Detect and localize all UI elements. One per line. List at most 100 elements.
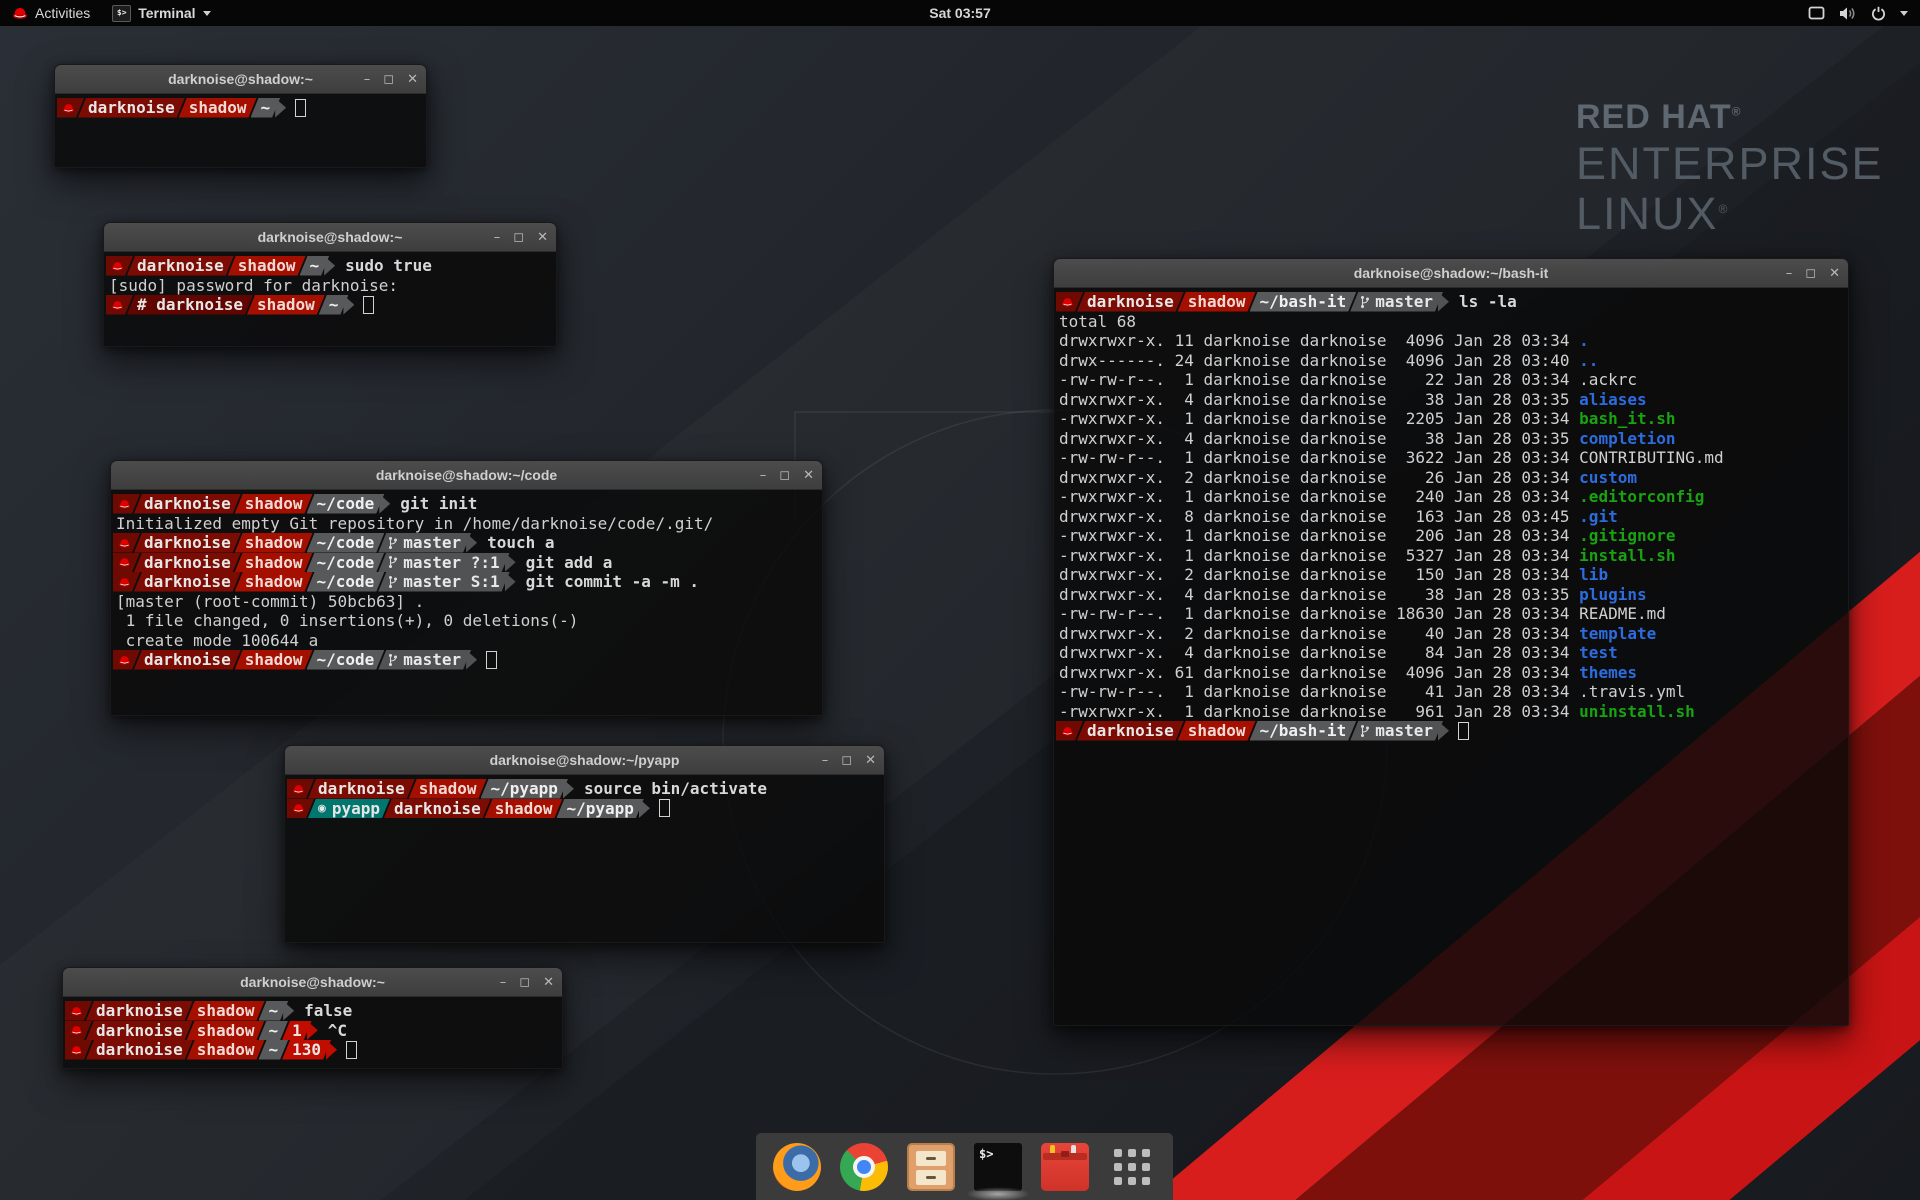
command-text: ls -la: [1449, 292, 1517, 312]
app-menu-terminal[interactable]: $> Terminal: [102, 0, 220, 26]
activities-button[interactable]: Activities: [0, 0, 102, 26]
terminal-line: total 68: [1056, 312, 1846, 332]
redhat-icon: [12, 6, 28, 20]
window-title: darknoise@shadow:~/bash-it: [1354, 265, 1549, 281]
files-icon[interactable]: [907, 1143, 955, 1191]
prompt-segment: shadow: [235, 572, 313, 592]
terminal-line: darknoiseshadow~130: [65, 1040, 560, 1060]
window-titlebar[interactable]: darknoise@shadow:~/code – ◻ ✕: [111, 461, 822, 490]
chevron-down-icon[interactable]: [1900, 11, 1908, 16]
terminal-content[interactable]: darknoiseshadow~: [55, 94, 426, 169]
window-title: darknoise@shadow:~: [240, 974, 385, 990]
terminal-line: # darknoiseshadow~: [106, 295, 554, 315]
terminal-content[interactable]: darknoiseshadow~sudo true[sudo] password…: [104, 252, 556, 348]
prompt-arrow: [466, 650, 477, 670]
file-name: CONTRIBUTING.md: [1579, 448, 1724, 467]
maximize-button[interactable]: ◻: [1805, 267, 1816, 280]
terminal-icon[interactable]: $>: [974, 1143, 1022, 1191]
terminal-line: darknoiseshadow~/bash-itmaster: [1056, 721, 1846, 741]
prompt-segment: shadow: [235, 553, 313, 573]
window-titlebar[interactable]: darknoise@shadow:~ – ◻ ✕: [55, 65, 426, 94]
close-button[interactable]: ✕: [865, 754, 876, 767]
minimize-button[interactable]: –: [1786, 267, 1793, 280]
terminal-line: -rwxrwxr-x. 1 darknoise darknoise 5327 J…: [1056, 546, 1846, 566]
terminal-window-pyapp[interactable]: darknoise@shadow:~/pyapp – ◻ ✕ darknoise…: [284, 745, 885, 943]
maximize-button[interactable]: ◻: [383, 73, 394, 86]
file-name: .ackrc: [1579, 370, 1637, 389]
terminal-window-code[interactable]: darknoise@shadow:~/code – ◻ ✕ darknoises…: [110, 460, 823, 716]
maximize-button[interactable]: ◻: [513, 231, 524, 244]
terminal-line: drwxrwxr-x. 2 darknoise darknoise 150 Ja…: [1056, 565, 1846, 585]
terminal-line: 1 file changed, 0 insertions(+), 0 delet…: [113, 611, 820, 631]
display-icon[interactable]: [1808, 6, 1825, 20]
terminal-content[interactable]: darknoiseshadow~/bash-itmaster ls -latota…: [1054, 288, 1848, 1027]
terminal-line: drwxrwxr-x. 4 darknoise darknoise 38 Jan…: [1056, 585, 1846, 605]
maximize-button[interactable]: ◻: [841, 754, 852, 767]
terminal-line: darknoiseshadow~/codegit init: [113, 494, 820, 514]
close-button[interactable]: ✕: [537, 231, 548, 244]
terminal-line: darknoiseshadow~/codemastertouch a: [113, 533, 820, 553]
power-icon[interactable]: [1871, 6, 1886, 21]
app-grid-icon[interactable]: [1108, 1143, 1156, 1191]
file-name: themes: [1579, 663, 1637, 682]
window-titlebar[interactable]: darknoise@shadow:~/bash-it – ◻ ✕: [1054, 259, 1848, 288]
terminal-content[interactable]: darknoiseshadow~/codegit initInitialized…: [111, 490, 822, 717]
prompt-segment: ~/pyapp: [481, 779, 568, 799]
command-text: git add a: [516, 553, 613, 573]
chrome-icon[interactable]: [840, 1143, 888, 1191]
redhat-icon: [292, 783, 305, 795]
prompt-segment: shadow: [235, 533, 313, 553]
terminal-cursor: [295, 99, 306, 117]
redhat-icon: [62, 102, 75, 114]
prompt-arrow: [505, 553, 516, 573]
prompt-arrow: [324, 256, 335, 276]
prompt-git-segment: master ?:1: [378, 553, 509, 573]
minimize-button[interactable]: –: [760, 469, 767, 482]
terminal-content[interactable]: darknoiseshadow~/pyappsource bin/activat…: [285, 775, 884, 944]
terminal-line: -rw-rw-r--. 1 darknoise darknoise 22 Jan…: [1056, 370, 1846, 390]
redhat-icon: [118, 556, 131, 568]
terminal-window-home-small[interactable]: darknoise@shadow:~ – ◻ ✕ darknoiseshadow…: [54, 64, 427, 168]
prompt-segment: darknoise: [86, 1021, 193, 1041]
git-branch-icon: [388, 536, 398, 550]
minimize-button[interactable]: –: [364, 73, 371, 86]
prompt-segment: darknoise: [134, 494, 241, 514]
window-titlebar[interactable]: darknoise@shadow:~ – ◻ ✕: [63, 968, 562, 997]
command-text: ^C: [318, 1021, 347, 1041]
close-button[interactable]: ✕: [1829, 267, 1840, 280]
close-button[interactable]: ✕: [407, 73, 418, 86]
output-text: [sudo] password for darknoise:: [106, 276, 408, 296]
close-button[interactable]: ✕: [543, 976, 554, 989]
window-titlebar[interactable]: darknoise@shadow:~/pyapp – ◻ ✕: [285, 746, 884, 775]
terminal-window-bash-it[interactable]: darknoise@shadow:~/bash-it – ◻ ✕ darknoi…: [1053, 258, 1849, 1026]
maximize-button[interactable]: ◻: [779, 469, 790, 482]
window-titlebar[interactable]: darknoise@shadow:~ – ◻ ✕: [104, 223, 556, 252]
terminal-line: darknoiseshadow~/codemaster S:1git commi…: [113, 572, 820, 592]
file-list-row: drwxrwxr-x. 2 darknoise darknoise 26 Jan…: [1056, 468, 1637, 488]
prompt-segment: shadow: [409, 779, 487, 799]
terminal-window-sudo[interactable]: darknoise@shadow:~ – ◻ ✕ darknoiseshadow…: [103, 222, 557, 347]
volume-icon[interactable]: [1839, 6, 1857, 21]
git-branch-icon: [388, 575, 398, 589]
prompt-segment: ~/bash-it: [1250, 292, 1357, 312]
firefox-icon[interactable]: [773, 1143, 821, 1191]
minimize-button[interactable]: –: [494, 231, 501, 244]
prompt-arrow: [379, 494, 390, 514]
terminal-line: darknoiseshadow~: [57, 98, 424, 118]
file-list-row: -rwxrwxr-x. 1 darknoise darknoise 2205 J…: [1056, 409, 1676, 429]
toolbox-icon[interactable]: [1041, 1143, 1089, 1191]
terminal-line: drwxrwxr-x. 4 darknoise darknoise 38 Jan…: [1056, 390, 1846, 410]
close-button[interactable]: ✕: [803, 469, 814, 482]
minimize-button[interactable]: –: [822, 754, 829, 767]
clock[interactable]: Sat 03:57: [0, 5, 1920, 21]
maximize-button[interactable]: ◻: [519, 976, 530, 989]
terminal-line: -rw-rw-r--. 1 darknoise darknoise 3622 J…: [1056, 448, 1846, 468]
prompt-arrow: [466, 533, 477, 553]
prompt-segment: ~/pyapp: [557, 799, 644, 819]
python-icon: ◉: [318, 801, 326, 816]
terminal-content[interactable]: darknoiseshadow~falsedarknoiseshadow~1^C…: [63, 997, 562, 1070]
minimize-button[interactable]: –: [500, 976, 507, 989]
terminal-line: create mode 100644 a: [113, 631, 820, 651]
terminal-window-exit-codes[interactable]: darknoise@shadow:~ – ◻ ✕ darknoiseshadow…: [62, 967, 563, 1069]
terminal-line: drwxrwxr-x. 4 darknoise darknoise 84 Jan…: [1056, 643, 1846, 663]
